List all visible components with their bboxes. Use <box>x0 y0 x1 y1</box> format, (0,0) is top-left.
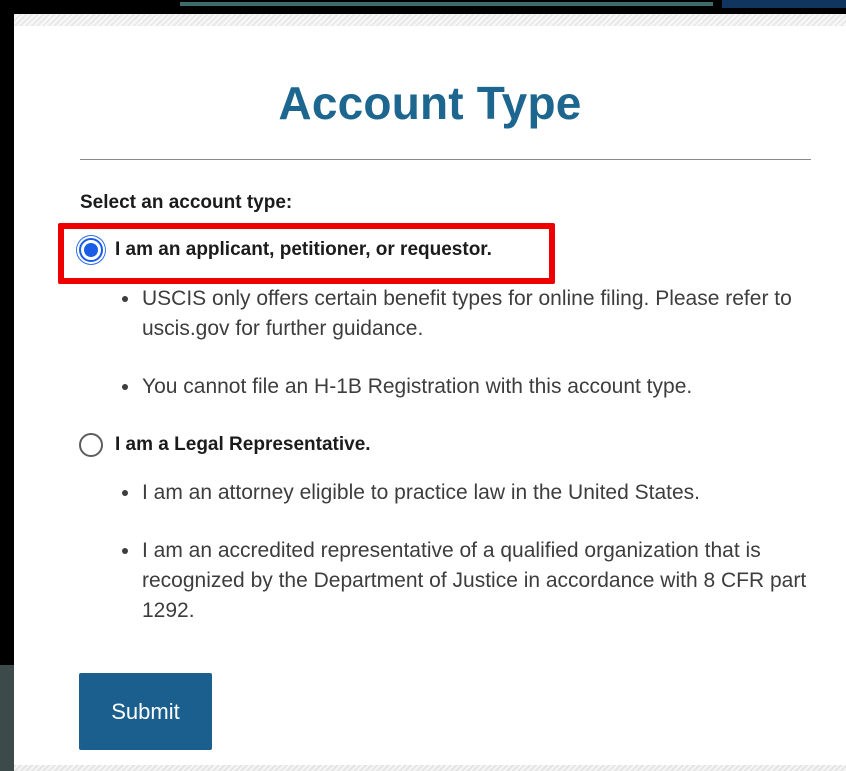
submit-button[interactable]: Submit <box>79 673 212 750</box>
modal-bottom-edge <box>14 765 846 771</box>
background-left-panel <box>0 665 14 771</box>
list-item: You cannot file an H-1B Registration wit… <box>120 372 820 402</box>
background-left-edge <box>0 14 14 665</box>
applicant-radio-button[interactable] <box>79 238 103 262</box>
background-page-strip-navy <box>722 0 846 8</box>
modal-top-edge <box>14 14 846 26</box>
option-applicant[interactable]: I am an applicant, petitioner, or reques… <box>79 238 492 262</box>
modal-title: Account Type <box>278 77 582 129</box>
list-item: I am an accredited representative of a q… <box>120 536 820 626</box>
legal-representative-details-list: I am an attorney eligible to practice la… <box>120 478 820 626</box>
background-page-strip <box>178 0 715 8</box>
legal-representative-option-label[interactable]: I am a Legal Representative. <box>115 434 371 456</box>
applicant-option-label[interactable]: I am an applicant, petitioner, or reques… <box>115 239 492 261</box>
select-account-type-label: Select an account type: <box>80 192 293 213</box>
legal-representative-radio-button[interactable] <box>79 433 103 457</box>
applicant-details-list: USCIS only offers certain benefit types … <box>120 284 820 402</box>
list-item: USCIS only offers certain benefit types … <box>120 284 820 344</box>
title-divider <box>80 159 811 160</box>
list-item: I am an attorney eligible to practice la… <box>120 478 820 508</box>
option-legal-representative[interactable]: I am a Legal Representative. <box>79 433 371 457</box>
account-type-modal: Account Type Select an account type: I a… <box>14 14 846 771</box>
